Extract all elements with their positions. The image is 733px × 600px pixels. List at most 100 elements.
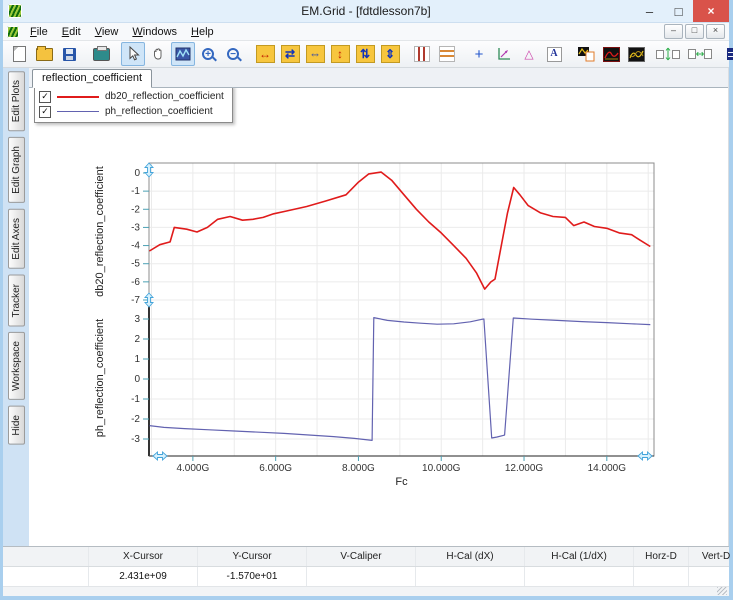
save-icon: [62, 47, 76, 61]
y-tick-label: -1: [131, 394, 140, 405]
layout-dropdown[interactable]: Layout ▼: [720, 45, 733, 63]
x-tick-label: 8.000G: [342, 463, 375, 474]
plot-yellow-icon: [627, 46, 645, 62]
y-axis-title-db20: db20_reflection_coefficient: [94, 166, 106, 297]
x-axis-handle-icon[interactable]: [152, 450, 168, 462]
plot-frame: [148, 162, 655, 457]
new-file-icon: [12, 46, 26, 62]
print-icon: [92, 45, 110, 61]
chart-canvas[interactable]: 4.000G 6.000G 8.000G 10.000G 12.000G 14.000G 0…: [29, 88, 724, 546]
workarea: Edit Plots Edit Graph Edit Axes Tracker Work…: [3, 68, 729, 546]
y-tick-label: -4: [131, 241, 140, 252]
legend-line-sample: [57, 95, 99, 98]
h-zoom-expand-button[interactable]: ↔: [253, 42, 277, 66]
y-tick-label: -3: [131, 434, 140, 445]
menu-windows[interactable]: Windows: [125, 25, 184, 39]
status-value-row: 2.431e+09 -1.570e+01: [3, 567, 729, 587]
status-header-row: X-Cursor Y-Cursor V-Caliper H-Cal (dX) H-Cal…: [3, 547, 730, 567]
sidebar-tab-workspace[interactable]: Workspace: [7, 332, 25, 401]
v-caliper-button[interactable]: [410, 42, 434, 66]
zoom-in-button[interactable]: +: [196, 42, 220, 66]
zoom-out-button[interactable]: −: [221, 42, 245, 66]
menu-file[interactable]: File: [23, 25, 55, 39]
y-tick-label: 2: [134, 334, 140, 345]
mdi-close-button[interactable]: ×: [706, 24, 725, 39]
sidebar-tab-edit-plots[interactable]: Edit Plots: [7, 71, 25, 132]
pan-tool-button[interactable]: [146, 42, 170, 66]
delta-marker-icon: △: [524, 47, 534, 61]
y-tick-label: 1: [134, 354, 140, 365]
zoom-in-icon: +: [202, 48, 214, 60]
v-fit-button[interactable]: ⇕: [378, 42, 402, 66]
y-tick-label: -5: [131, 259, 140, 270]
multi-plot-button[interactable]: [624, 42, 648, 66]
document-icon: [7, 25, 19, 38]
crosshair-button[interactable]: +: [467, 42, 491, 66]
titlebar: EM.Grid - [fdtdlesson7b] – □ ×: [3, 0, 729, 23]
h-zoom-compress-button[interactable]: ⇄: [278, 42, 302, 66]
menubar: File Edit View Windows Help – □ ×: [3, 23, 729, 41]
sidebar-tab-tracker[interactable]: Tracker: [7, 274, 25, 327]
save-button[interactable]: [57, 42, 81, 66]
mdi-minimize-button[interactable]: –: [664, 24, 683, 39]
sidebar-tab-edit-graph[interactable]: Edit Graph: [7, 137, 25, 204]
toolbar: + − ↔ ⇄ ⇔ ↕ ⇅ ⇕ + △ A Layout ▼: [3, 41, 733, 68]
hand-icon: [150, 46, 166, 62]
status-value-spacer: [3, 567, 89, 586]
resize-grip-icon[interactable]: [717, 587, 727, 595]
client-area: reflection_coefficient ✓ db20_reflection_…: [29, 68, 729, 546]
status-value-vert-d: [689, 567, 733, 586]
text-label-icon: A: [546, 46, 562, 62]
v-zoom-compress-button[interactable]: ⇅: [353, 42, 377, 66]
legend-label: db20_reflection_coefficient: [105, 91, 224, 102]
v-zoom-expand-button[interactable]: ↕: [328, 42, 352, 66]
sidebar-tab-edit-axes[interactable]: Edit Axes: [7, 209, 25, 269]
status-value-horz-d: [634, 567, 689, 586]
print-button[interactable]: [89, 42, 113, 66]
menu-view[interactable]: View: [88, 25, 126, 39]
tracker-button[interactable]: [492, 42, 516, 66]
x-axis-handle-icon[interactable]: [637, 450, 653, 462]
status-value-v-caliper: [307, 567, 416, 586]
legend-checkbox-0[interactable]: ✓: [39, 90, 51, 103]
mdi-restore-button[interactable]: □: [685, 24, 704, 39]
statusbar: [3, 587, 729, 596]
status-value-y-cursor: -1.570e+01: [198, 567, 307, 586]
delta-marker-button[interactable]: △: [517, 42, 541, 66]
close-button[interactable]: ×: [693, 0, 729, 22]
h-caliper-button[interactable]: [435, 42, 459, 66]
status-header-v-caliper: V-Caliper: [307, 547, 416, 566]
maximize-button[interactable]: □: [664, 0, 693, 22]
status-header-h-cal-1-dx-: H-Cal (1/dX): [525, 547, 634, 566]
dark-plot-button[interactable]: [599, 42, 623, 66]
tab-reflection-coefficient[interactable]: reflection_coefficient: [32, 69, 153, 88]
menu-help[interactable]: Help: [184, 25, 221, 39]
plot-mode-button[interactable]: [171, 42, 195, 66]
x-axis-title: Fc: [395, 476, 408, 488]
v-caliper-icon: [414, 46, 430, 62]
y-tick-label: -2: [131, 204, 140, 215]
y-tick-label: 3: [134, 314, 140, 325]
legend-entry-1: ✓ ph_reflection_coefficient: [39, 104, 224, 119]
select-tool-button[interactable]: [121, 42, 145, 66]
legend-checkbox-1[interactable]: ✓: [39, 105, 51, 118]
minimize-button[interactable]: –: [635, 0, 664, 22]
sidebar-tab-hide[interactable]: Hide: [7, 406, 25, 445]
x-tick-label: 14.000G: [588, 463, 627, 474]
x-tick-label: 10.000G: [422, 463, 461, 474]
v-spacing-button[interactable]: [656, 42, 680, 66]
status-value-h-cal-1-dx-: [525, 567, 634, 586]
cursor-arrow-icon: [125, 46, 141, 62]
app-logo-icon: [8, 4, 22, 18]
h-spacing-button[interactable]: [688, 42, 712, 66]
h-fit-icon: ⇔: [305, 45, 325, 63]
text-label-button[interactable]: A: [542, 42, 566, 66]
new-file-button[interactable]: [7, 42, 31, 66]
status-value-x-cursor: 2.431e+09: [89, 567, 198, 586]
h-caliper-icon: [439, 46, 455, 62]
menu-edit[interactable]: Edit: [55, 25, 88, 39]
h-fit-button[interactable]: ⇔: [303, 42, 327, 66]
open-file-button[interactable]: [32, 42, 56, 66]
document-tabstrip: reflection_coefficient: [29, 68, 728, 88]
copy-plot-button[interactable]: [574, 42, 598, 66]
